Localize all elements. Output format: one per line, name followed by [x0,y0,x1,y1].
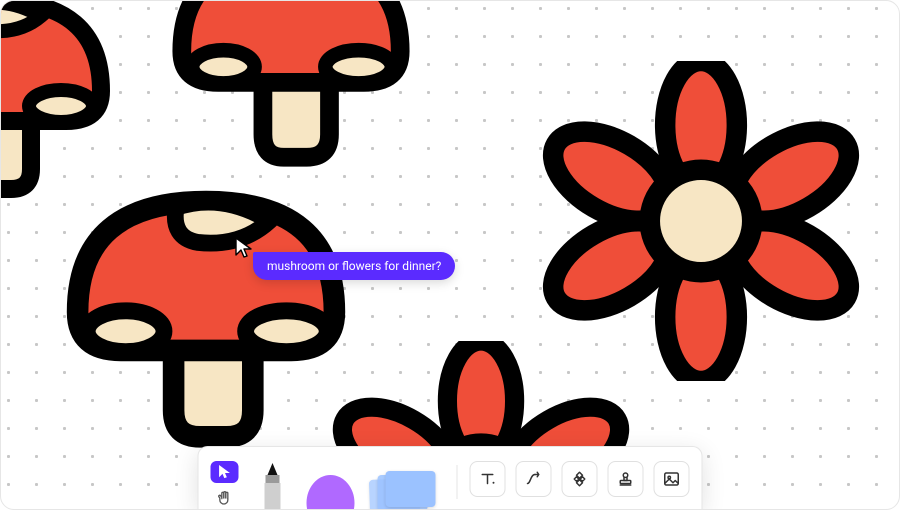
connector-tool[interactable] [516,461,552,497]
pen-tool[interactable] [249,463,297,509]
text-tool[interactable] [470,461,506,497]
collaborator-cursor [234,237,254,259]
toolbar-separator [457,465,458,499]
flower-sticker[interactable] [541,61,861,385]
shape-tool[interactable] [307,463,355,509]
whiteboard-frame: mushroom or flowers for dinner? [0,0,900,510]
toolbar [198,446,703,509]
stamp-tool[interactable] [608,461,644,497]
mushroom-sticker[interactable] [56,156,356,460]
pointer-tool-group [211,461,239,509]
canvas[interactable]: mushroom or flowers for dinner? [1,1,899,509]
collaborator-label: mushroom or flowers for dinner? [253,252,455,280]
select-tool[interactable] [211,461,239,483]
widgets-tool[interactable] [562,461,598,497]
image-tool[interactable] [654,461,690,497]
sticky-note-tool[interactable] [365,463,445,509]
hand-tool[interactable] [211,487,239,509]
mushroom-sticker[interactable] [161,0,421,180]
